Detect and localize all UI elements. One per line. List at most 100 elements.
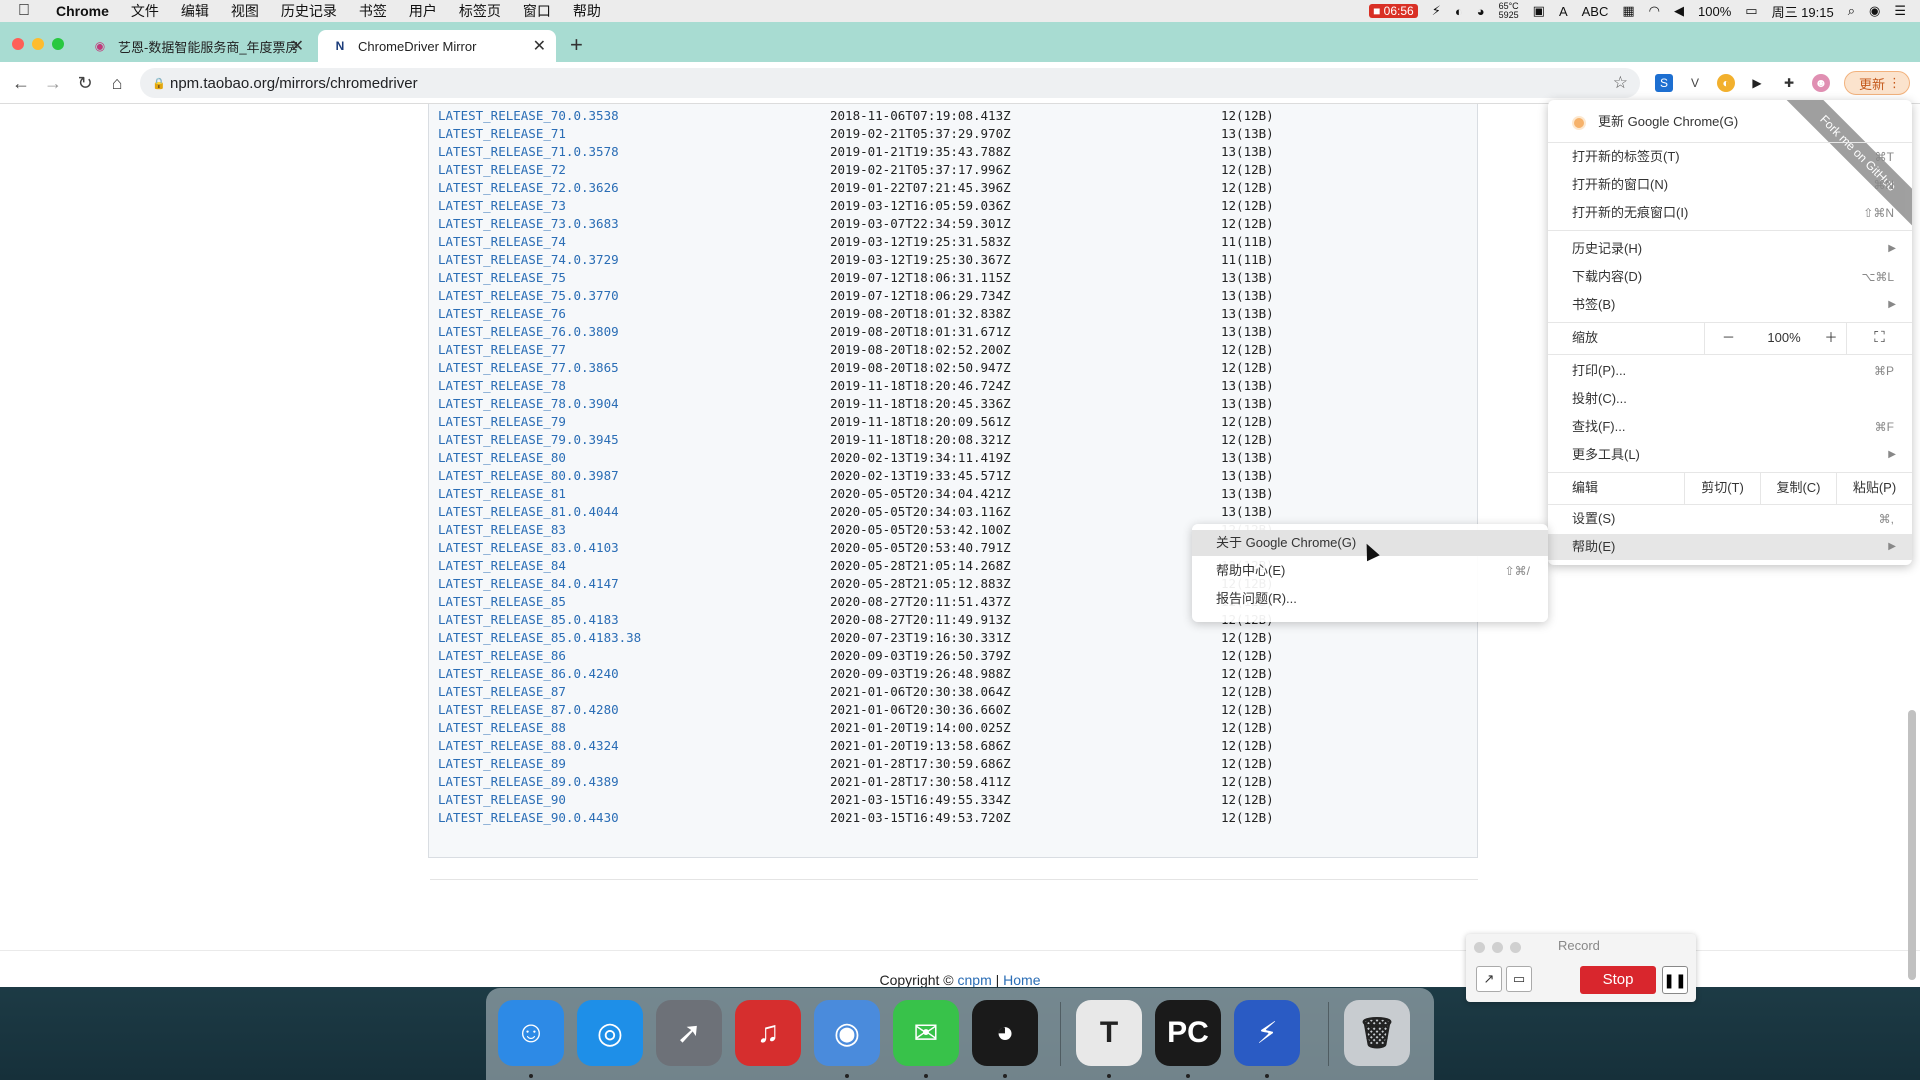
menu-bookmarks[interactable]: 书签 (359, 1, 387, 21)
file-link[interactable]: LATEST_RELEASE_77 (438, 341, 566, 359)
file-link[interactable]: LATEST_RELEASE_75 (438, 269, 566, 287)
wifi-icon[interactable]: ◠ (1649, 3, 1660, 19)
menu-people[interactable]: 用户 (409, 1, 437, 21)
region-select-icon[interactable]: ▭ (1506, 966, 1532, 992)
menu-settings[interactable]: 设置(S) ⌘, (1548, 506, 1912, 532)
dock-reeder-icon[interactable]: ⚡ (1234, 1000, 1300, 1066)
menu-downloads[interactable]: 下载内容(D) ⌥⌘L (1548, 264, 1912, 290)
paste-button[interactable]: 粘贴(P) (1836, 472, 1912, 504)
file-link[interactable]: LATEST_RELEASE_71.0.3578 (438, 143, 619, 161)
home-link[interactable]: Home (1003, 972, 1040, 987)
battery-readout[interactable]: 100% (1698, 4, 1731, 19)
dock-chrome-icon[interactable]: ◉ (814, 1000, 880, 1066)
tab-yien[interactable]: ◉ 艺恩-数据智能服务商_年度票房 ✕ (78, 30, 314, 62)
zoom-out-button[interactable]: － (1704, 322, 1752, 354)
dock-typora-icon[interactable]: T (1076, 1000, 1142, 1066)
menu-help[interactable]: 帮助(E) ▶ (1548, 534, 1912, 560)
file-link[interactable]: LATEST_RELEASE_73 (438, 197, 566, 215)
menu-edit[interactable]: 编辑 (181, 1, 209, 21)
file-link[interactable]: LATEST_RELEASE_76.0.3809 (438, 323, 619, 341)
keyboard-a-icon[interactable]: A (1559, 4, 1568, 19)
clock[interactable]: 周三 19:15 (1772, 2, 1834, 21)
file-link[interactable]: LATEST_RELEASE_85.0.4183.38 (438, 629, 641, 647)
file-link[interactable]: LATEST_RELEASE_88.0.4324 (438, 737, 619, 755)
file-link[interactable]: LATEST_RELEASE_70.0.3538 (438, 107, 619, 125)
reload-icon[interactable]: ↻ (74, 72, 96, 94)
fullscreen-icon[interactable]: ⛶ (1846, 322, 1912, 354)
file-link[interactable]: LATEST_RELEASE_84.0.4147 (438, 575, 619, 593)
menu-app-name[interactable]: Chrome (56, 3, 109, 19)
cut-button[interactable]: 剪切(T) (1684, 472, 1760, 504)
file-link[interactable]: LATEST_RELEASE_80 (438, 449, 566, 467)
zoom-window-button[interactable] (52, 38, 64, 50)
apple-icon[interactable]:  (18, 2, 40, 20)
dock-netease-music-icon[interactable]: ♫ (735, 1000, 801, 1066)
new-tab-plus-icon[interactable]: + (570, 32, 583, 58)
menu-bookmarks[interactable]: 书签(B) ▶ (1548, 292, 1912, 318)
file-link[interactable]: LATEST_RELEASE_81.0.4044 (438, 503, 619, 521)
page-scrollbar[interactable] (1908, 710, 1916, 980)
back-arrow-icon[interactable]: ← (10, 72, 32, 94)
temperature-readout[interactable]: 65°C 5925 (1499, 2, 1519, 20)
file-link[interactable]: LATEST_RELEASE_90.0.4430 (438, 809, 619, 827)
file-link[interactable]: LATEST_RELEASE_83.0.4103 (438, 539, 619, 557)
close-window-button[interactable] (12, 38, 24, 50)
menu-history[interactable]: 历史记录(H) ▶ (1548, 236, 1912, 262)
home-icon[interactable]: ⌂ (106, 72, 128, 94)
file-link[interactable]: LATEST_RELEASE_79.0.3945 (438, 431, 619, 449)
tab-chromedriver-mirror[interactable]: N ChromeDriver Mirror ✕ (318, 30, 556, 62)
bolt-status-icon[interactable]: ⚡ (1432, 3, 1441, 19)
minimize-window-button[interactable] (32, 38, 44, 50)
file-link[interactable]: LATEST_RELEASE_76 (438, 305, 566, 323)
file-link[interactable]: LATEST_RELEASE_73.0.3683 (438, 215, 619, 233)
menu-new-tab[interactable]: 打开新的标签页(T) ⌘T (1548, 144, 1912, 170)
file-link[interactable]: LATEST_RELEASE_72 (438, 161, 566, 179)
menu-tabs[interactable]: 标签页 (459, 1, 501, 21)
address-bar[interactable]: 🔒 npm.taobao.org/mirrors/chromedriver ☆ (140, 68, 1640, 98)
dock-launchpad-icon[interactable]: ➚ (656, 1000, 722, 1066)
file-link[interactable]: LATEST_RELEASE_89 (438, 755, 566, 773)
file-link[interactable]: LATEST_RELEASE_87.0.4280 (438, 701, 619, 719)
file-link[interactable]: LATEST_RELEASE_90 (438, 791, 566, 809)
cnpm-link[interactable]: cnpm (958, 972, 992, 987)
file-link[interactable]: LATEST_RELEASE_74 (438, 233, 566, 251)
menu-update-chrome[interactable]: 更新 Google Chrome(G) (1548, 106, 1912, 138)
pause-recording-button[interactable]: ❚❚ (1662, 966, 1688, 994)
extension-shield-icon[interactable]: ◐ (1717, 74, 1735, 92)
menu-help[interactable]: 帮助 (573, 1, 601, 21)
menu-history[interactable]: 历史记录 (281, 1, 337, 21)
copy-button[interactable]: 复制(C) (1760, 472, 1836, 504)
file-link[interactable]: LATEST_RELEASE_74.0.3729 (438, 251, 619, 269)
extension-flag-icon[interactable]: ▶ (1748, 74, 1766, 92)
extensions-puzzle-icon[interactable]: ✚ (1780, 74, 1798, 92)
file-link[interactable]: LATEST_RELEASE_80.0.3987 (438, 467, 619, 485)
file-link[interactable]: LATEST_RELEASE_78 (438, 377, 566, 395)
file-link[interactable]: LATEST_RELEASE_75.0.3770 (438, 287, 619, 305)
dock-qq-icon[interactable]: ◕ (972, 1000, 1038, 1066)
forward-arrow-icon[interactable]: → (42, 72, 64, 94)
update-chrome-button[interactable]: 更新 ⋮ (1844, 71, 1910, 95)
menu-cast[interactable]: 投射(C)... (1548, 386, 1912, 412)
menu-window[interactable]: 窗口 (523, 1, 551, 21)
file-link[interactable]: LATEST_RELEASE_77.0.3865 (438, 359, 619, 377)
menu-new-window[interactable]: 打开新的窗口(N) ⌘N (1548, 172, 1912, 198)
zoom-in-button[interactable]: ＋ (1816, 322, 1846, 354)
recording-timer[interactable]: ■ 06:56 (1369, 4, 1418, 18)
menu-find[interactable]: 查找(F)... ⌘F (1548, 414, 1912, 440)
file-link[interactable]: LATEST_RELEASE_83 (438, 521, 566, 539)
profile-avatar-icon[interactable]: ☻ (1812, 74, 1830, 92)
siri-icon[interactable]: ◉ (1869, 3, 1880, 19)
wechat-status-icon[interactable]: ◐ (1455, 4, 1463, 19)
file-link[interactable]: LATEST_RELEASE_78.0.3904 (438, 395, 619, 413)
file-link[interactable]: LATEST_RELEASE_71 (438, 125, 566, 143)
dock-trash-icon[interactable]: 🗑 (1344, 1000, 1410, 1066)
dock-safari-icon[interactable]: ◎ (577, 1000, 643, 1066)
menu-print[interactable]: 打印(P)... ⌘P (1548, 358, 1912, 384)
stop-recording-button[interactable]: Stop (1580, 966, 1656, 994)
file-link[interactable]: LATEST_RELEASE_72.0.3626 (438, 179, 619, 197)
file-link[interactable]: LATEST_RELEASE_89.0.4389 (438, 773, 619, 791)
menu-file[interactable]: 文件 (131, 1, 159, 21)
dock-wechat-icon[interactable]: ✉ (893, 1000, 959, 1066)
dock-finder-icon[interactable]: ☺ (498, 1000, 564, 1066)
lock-icon[interactable]: 🔒 (152, 77, 166, 90)
